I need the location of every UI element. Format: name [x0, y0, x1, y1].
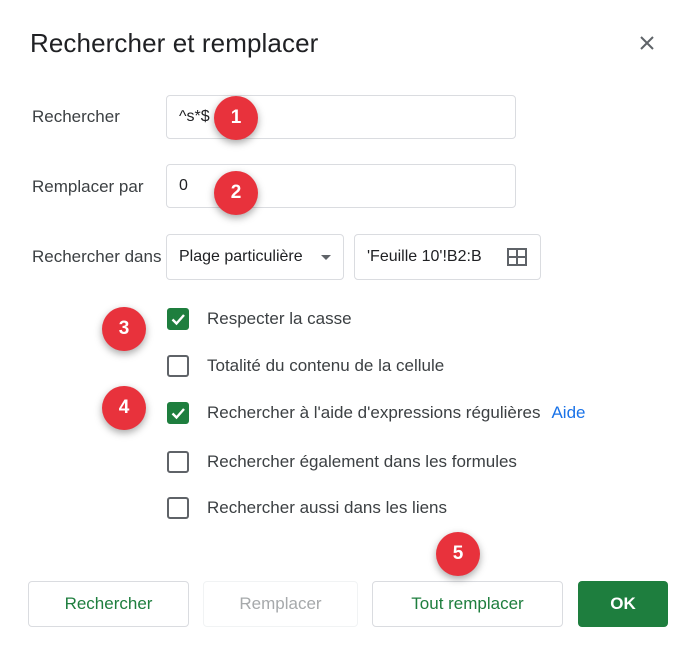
find-label: Rechercher [32, 107, 120, 126]
checkbox-formulas[interactable] [167, 451, 189, 473]
option-regex-label: Rechercher à l'aide d'expressions réguli… [207, 403, 541, 422]
range-input[interactable]: 'Feuille 10'!B2:B [354, 234, 541, 280]
option-links-label: Rechercher aussi dans les liens [207, 498, 448, 517]
ok-button[interactable]: OK [578, 581, 668, 627]
option-entire-cell-label: Totalité du contenu de la cellule [207, 356, 445, 375]
option-links[interactable]: Rechercher aussi dans les liens [167, 495, 447, 521]
option-entire-cell[interactable]: Totalité du contenu de la cellule [167, 353, 444, 379]
option-match-case-label: Respecter la casse [207, 309, 352, 328]
marker-4: 4 [102, 386, 146, 430]
range-value: 'Feuille 10'!B2:B [367, 248, 482, 265]
help-link[interactable]: Aide [551, 403, 585, 423]
find-button[interactable]: Rechercher [28, 581, 189, 627]
replace-input-value: 0 [179, 177, 188, 194]
marker-2: 2 [214, 171, 258, 215]
checkbox-entire-cell[interactable] [167, 355, 189, 377]
search-in-select[interactable]: Plage particulière [166, 234, 344, 280]
option-regex[interactable]: Rechercher à l'aide d'expressions réguli… [167, 400, 585, 426]
checkbox-regex[interactable] [167, 402, 189, 424]
marker-3: 3 [102, 307, 146, 351]
marker-5: 5 [436, 532, 480, 576]
find-replace-dialog: Rechercher et remplacer Rechercher ^s*$ … [0, 0, 695, 650]
search-in-selected: Plage particulière [179, 248, 303, 265]
chevron-down-icon [321, 255, 331, 260]
replace-label: Remplacer par [32, 177, 144, 196]
option-match-case[interactable]: Respecter la casse [167, 306, 352, 332]
marker-1: 1 [214, 96, 258, 140]
option-formulas[interactable]: Rechercher également dans les formules [167, 449, 517, 475]
grid-icon[interactable] [507, 248, 527, 266]
checkbox-match-case[interactable] [167, 308, 189, 330]
search-in-label: Rechercher dans [32, 247, 162, 266]
option-formulas-label: Rechercher également dans les formules [207, 452, 517, 471]
find-input-value: ^s*$ [179, 108, 210, 125]
dialog-title: Rechercher et remplacer [30, 28, 319, 58]
close-icon[interactable] [636, 32, 658, 54]
checkbox-links[interactable] [167, 497, 189, 519]
replace-button[interactable]: Remplacer [203, 581, 358, 627]
replace-all-button[interactable]: Tout remplacer [372, 581, 563, 627]
